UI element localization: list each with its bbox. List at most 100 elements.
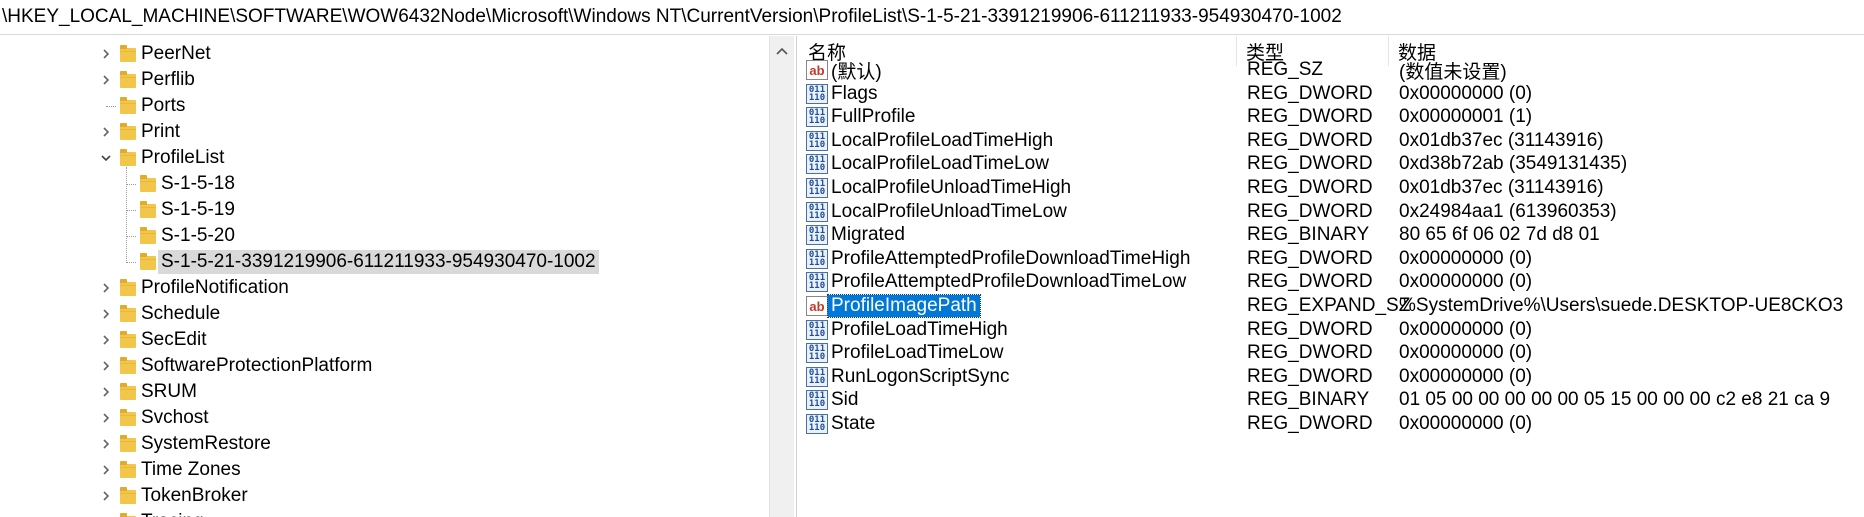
tree-item-label[interactable]: S-1-5-21-3391219906-611211933-954930470-… — [158, 250, 599, 274]
tree-item-label[interactable]: SystemRestore — [138, 432, 274, 456]
chevron-right-icon[interactable] — [99, 73, 113, 87]
tree-item-label[interactable]: S-1-5-18 — [158, 172, 238, 196]
tree-item[interactable]: SRUM — [0, 379, 772, 405]
chevron-right-icon[interactable] — [99, 281, 113, 295]
chevron-right-icon[interactable] — [99, 125, 113, 139]
tree-item-label[interactable]: Print — [138, 120, 183, 144]
folder-icon — [120, 383, 136, 400]
tree-connector — [126, 262, 136, 264]
binary-value-icon: 011 110 — [806, 343, 828, 364]
folder-icon — [120, 305, 136, 322]
binary-value-icon: 011 110 — [806, 225, 828, 246]
folder-icon — [120, 71, 136, 88]
folder-icon — [120, 435, 136, 452]
folder-icon — [120, 461, 136, 478]
value-name[interactable]: Flags — [831, 83, 877, 105]
registry-value-row[interactable]: 011 110 State REG_DWORD 0x00000000 (0) — [800, 410, 1864, 438]
tree-item-label[interactable]: ProfileList — [138, 146, 227, 170]
chevron-right-icon[interactable] — [99, 385, 113, 399]
folder-icon — [140, 201, 156, 218]
value-name[interactable]: LocalProfileLoadTimeLow — [831, 153, 1049, 175]
string-value-icon: ab — [806, 296, 828, 316]
scroll-up-arrow-icon[interactable] — [770, 42, 794, 60]
tree-item[interactable]: Print — [0, 119, 772, 145]
tree-item[interactable]: SystemRestore — [0, 431, 772, 457]
tree-connector — [126, 236, 136, 238]
tree-vertical-scrollbar[interactable] — [769, 36, 794, 517]
tree-item[interactable]: S-1-5-20 — [0, 223, 772, 249]
tree-item[interactable]: Svchost — [0, 405, 772, 431]
value-name[interactable]: LocalProfileUnloadTimeLow — [831, 201, 1067, 223]
tree-item[interactable]: S-1-5-18 — [0, 171, 772, 197]
chevron-right-icon[interactable] — [99, 47, 113, 61]
value-name[interactable]: ProfileAttemptedProfileDownloadTimeLow — [831, 271, 1186, 293]
value-name[interactable]: ProfileLoadTimeHigh — [831, 319, 1008, 341]
tree-item[interactable]: Time Zones — [0, 457, 772, 483]
folder-icon — [140, 227, 156, 244]
tree-item-label[interactable]: Tracing — [138, 510, 207, 517]
folder-icon — [140, 175, 156, 192]
value-name[interactable]: ProfileImagePath — [827, 294, 981, 318]
value-name[interactable]: LocalProfileUnloadTimeHigh — [831, 177, 1071, 199]
chevron-right-icon[interactable] — [99, 307, 113, 321]
folder-icon — [120, 357, 136, 374]
tree-item[interactable]: SoftwareProtectionPlatform — [0, 353, 772, 379]
binary-value-icon: 011 110 — [806, 319, 828, 340]
tree-item-label[interactable]: Schedule — [138, 302, 223, 326]
binary-value-icon: 011 110 — [806, 178, 828, 198]
folder-icon — [120, 409, 136, 426]
value-name[interactable]: Sid — [831, 389, 858, 411]
value-name[interactable]: ProfileAttemptedProfileDownloadTimeHigh — [831, 248, 1190, 270]
tree-connector — [126, 184, 136, 186]
chevron-right-icon[interactable] — [99, 463, 113, 477]
chevron-right-icon[interactable] — [99, 489, 113, 503]
value-name[interactable]: State — [831, 413, 875, 435]
tree-item-label[interactable]: TokenBroker — [138, 484, 251, 508]
value-name[interactable]: ProfileLoadTimeLow — [831, 342, 1004, 364]
tree-item-label[interactable]: SRUM — [138, 380, 200, 404]
folder-icon — [120, 123, 136, 140]
binary-value-icon: 011 110 — [806, 272, 828, 293]
chevron-right-icon[interactable] — [99, 333, 113, 347]
registry-values-list[interactable]: 名称 类型 数据 ab (默认) REG_SZ (数值未设置) 011 110 Flags R… — [800, 36, 1864, 517]
tree-item[interactable]: SecEdit — [0, 327, 772, 353]
folder-icon — [120, 331, 136, 348]
tree-item[interactable]: S-1-5-21-3391219906-611211933-954930470-… — [0, 249, 772, 275]
chevron-down-icon[interactable] — [99, 151, 113, 165]
address-path: \HKEY_LOCAL_MACHINE\SOFTWARE\WOW6432Node… — [2, 6, 1342, 27]
tree-item[interactable]: Ports — [0, 93, 772, 119]
folder-icon — [120, 279, 136, 296]
value-name[interactable]: Migrated — [831, 224, 905, 246]
tree-item[interactable]: ProfileNotification — [0, 275, 772, 301]
tree-guide-line — [126, 167, 127, 261]
tree-item-label[interactable]: Ports — [138, 94, 188, 118]
binary-value-icon: 011 110 — [806, 390, 828, 411]
tree-item[interactable]: S-1-5-19 — [0, 197, 772, 223]
tree-item-label[interactable]: Svchost — [138, 406, 212, 430]
name-cell: State — [831, 410, 875, 438]
tree-item[interactable]: ProfileList — [0, 145, 772, 171]
chevron-right-icon[interactable] — [99, 411, 113, 425]
chevron-right-icon[interactable] — [99, 359, 113, 373]
tree-item-label[interactable]: SoftwareProtectionPlatform — [138, 354, 375, 378]
tree-item[interactable]: TokenBroker — [0, 483, 772, 509]
tree-item-label[interactable]: S-1-5-20 — [158, 224, 238, 248]
address-bar[interactable]: \HKEY_LOCAL_MACHINE\SOFTWARE\WOW6432Node… — [0, 0, 1864, 35]
tree-item-label[interactable]: ProfileNotification — [138, 276, 292, 300]
tree-connector — [126, 210, 136, 212]
value-name[interactable]: LocalProfileLoadTimeHigh — [831, 130, 1053, 152]
tree-item-label[interactable]: PeerNet — [138, 42, 214, 66]
chevron-right-icon[interactable] — [99, 437, 113, 451]
tree-item-label[interactable]: SecEdit — [138, 328, 209, 352]
value-name[interactable]: FullProfile — [831, 106, 915, 128]
registry-key-tree[interactable]: PeerNet Perflib Ports Print ProfileList S-1-5… — [0, 36, 772, 517]
tree-item-label[interactable]: Perflib — [138, 68, 198, 92]
tree-item[interactable]: Tracing — [0, 509, 772, 517]
tree-item[interactable]: PeerNet — [0, 41, 772, 67]
binary-value-icon: 011 110 — [806, 107, 828, 128]
tree-item-label[interactable]: Time Zones — [138, 458, 244, 482]
value-name[interactable]: RunLogonScriptSync — [831, 366, 1010, 388]
tree-item-label[interactable]: S-1-5-19 — [158, 198, 238, 222]
tree-item[interactable]: Schedule — [0, 301, 772, 327]
tree-item[interactable]: Perflib — [0, 67, 772, 93]
